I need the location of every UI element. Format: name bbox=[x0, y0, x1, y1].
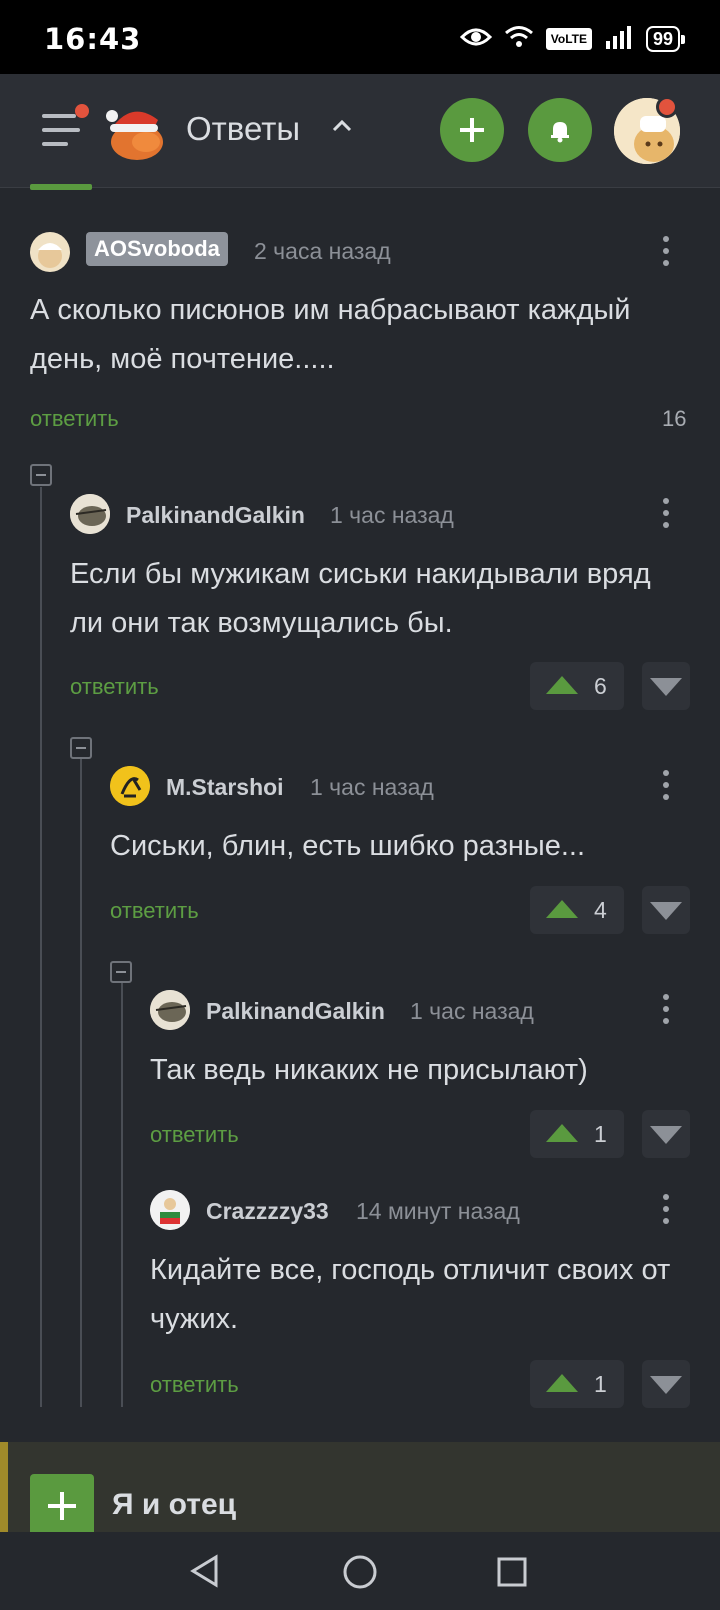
comment-time: 14 минут назад bbox=[356, 1198, 520, 1224]
thread-line-level-2 bbox=[80, 753, 82, 1407]
upvote-button[interactable]: 4 bbox=[530, 886, 624, 934]
comment-author[interactable]: Crazzzzy33 bbox=[206, 1198, 329, 1225]
more-vertical-icon[interactable] bbox=[661, 994, 671, 1028]
comment-palkinandgalkin-2: PalkinandGalkin 1 час назад Так ведь ник… bbox=[150, 990, 690, 1160]
reply-link[interactable]: ответить bbox=[30, 406, 119, 432]
more-vertical-icon[interactable] bbox=[661, 1194, 671, 1228]
comment-time: 1 час назад bbox=[410, 998, 534, 1024]
comment-author[interactable]: M.Starshoi bbox=[166, 774, 284, 801]
downvote-icon bbox=[650, 678, 682, 696]
upvote-icon bbox=[546, 1374, 578, 1392]
comment-aosvoboda: AOSvoboda 2 часа назад А сколько писюнов… bbox=[30, 230, 690, 440]
reply-link[interactable]: ответить bbox=[110, 898, 199, 924]
volte-badge: VoLTE bbox=[545, 28, 592, 50]
comment-text: Сиськи, блин, есть шибко разные... bbox=[110, 830, 586, 862]
comment-score: 16 bbox=[662, 406, 687, 431]
upvote-icon bbox=[546, 1124, 578, 1142]
avatar[interactable] bbox=[150, 1190, 190, 1230]
comment-text: Кидайте все, господь отличит своих от чу… bbox=[150, 1254, 671, 1335]
avatar[interactable] bbox=[70, 494, 110, 534]
previous-story-plus-bar bbox=[30, 184, 92, 190]
vote-count: 4 bbox=[594, 897, 607, 923]
downvote-button[interactable] bbox=[642, 1110, 690, 1158]
upvote-icon bbox=[546, 900, 578, 918]
vote-count: 1 bbox=[594, 1121, 607, 1147]
comment-time: 2 часа назад bbox=[254, 238, 391, 264]
comment-text: Так ведь никаких не присылают) bbox=[150, 1054, 588, 1086]
collapse-thread-button[interactable] bbox=[70, 737, 92, 759]
vote-count: 1 bbox=[594, 1371, 607, 1397]
downvote-icon bbox=[650, 1376, 682, 1394]
signal-icon bbox=[604, 25, 634, 54]
collapse-thread-button[interactable] bbox=[110, 961, 132, 983]
reply-link[interactable]: ответить bbox=[150, 1122, 239, 1148]
reply-link[interactable]: ответить bbox=[150, 1372, 239, 1398]
recents-square-icon[interactable] bbox=[496, 1556, 528, 1588]
plus-icon bbox=[48, 1492, 76, 1520]
downvote-icon bbox=[650, 902, 682, 920]
reply-link[interactable]: ответить bbox=[70, 674, 159, 700]
app-header: Ответы bbox=[0, 74, 720, 188]
avatar[interactable] bbox=[150, 990, 190, 1030]
upvote-button[interactable]: 1 bbox=[530, 1360, 624, 1408]
downvote-icon bbox=[650, 1126, 682, 1144]
comment-author[interactable]: AOSvoboda bbox=[86, 232, 228, 266]
upvote-button[interactable]: 1 bbox=[530, 1110, 624, 1158]
add-post-button[interactable] bbox=[440, 98, 504, 162]
back-triangle-icon[interactable] bbox=[188, 1554, 222, 1588]
comment-text: А сколько писюнов им набрасывают каждый … bbox=[30, 294, 631, 375]
home-circle-icon[interactable] bbox=[342, 1554, 378, 1590]
vote-count: 6 bbox=[594, 673, 607, 699]
comment-text: Если бы мужикам сиськи накидывали вряд л… bbox=[70, 558, 651, 639]
thread-line-level-3 bbox=[121, 977, 123, 1407]
battery-indicator: 99 bbox=[645, 26, 686, 52]
story-accent-bar bbox=[0, 1442, 8, 1532]
avatar[interactable] bbox=[30, 232, 70, 272]
system-nav-bar bbox=[0, 1532, 720, 1610]
plus-icon bbox=[460, 118, 484, 142]
more-vertical-icon[interactable] bbox=[661, 498, 671, 532]
comment-palkinandgalkin: PalkinandGalkin 1 час назад Если бы мужи… bbox=[70, 494, 690, 714]
comment-mstarshoi: M.Starshoi 1 час назад Сиськи, блин, ест… bbox=[110, 766, 690, 936]
comment-author[interactable]: PalkinandGalkin bbox=[126, 502, 305, 529]
upvote-icon bbox=[546, 676, 578, 694]
header-title[interactable]: Ответы bbox=[186, 110, 300, 148]
story-plus-button[interactable] bbox=[30, 1474, 94, 1538]
comment-author[interactable]: PalkinandGalkin bbox=[206, 998, 385, 1025]
avatar[interactable] bbox=[110, 766, 150, 806]
wifi-icon bbox=[504, 25, 534, 54]
downvote-button[interactable] bbox=[642, 662, 690, 710]
more-vertical-icon[interactable] bbox=[661, 770, 671, 804]
notifications-button[interactable] bbox=[528, 98, 592, 162]
bell-icon bbox=[551, 122, 569, 143]
more-vertical-icon[interactable] bbox=[661, 236, 671, 270]
menu-icon[interactable] bbox=[42, 112, 80, 148]
comment-crazzzzy33: Crazzzzy33 14 минут назад Кидайте все, г… bbox=[150, 1190, 690, 1410]
upvote-button[interactable]: 6 bbox=[530, 662, 624, 710]
chevron-up-icon[interactable] bbox=[330, 114, 354, 138]
comment-time: 1 час назад bbox=[310, 774, 434, 800]
thread-line-level-1 bbox=[40, 487, 42, 1407]
collapse-thread-button[interactable] bbox=[30, 464, 52, 486]
menu-notification-dot bbox=[75, 104, 89, 118]
avatar-notification-dot bbox=[656, 96, 678, 118]
status-time: 16:43 bbox=[44, 22, 142, 56]
downvote-button[interactable] bbox=[642, 1360, 690, 1408]
comment-time: 1 час назад bbox=[330, 502, 454, 528]
downvote-button[interactable] bbox=[642, 886, 690, 934]
next-story-title[interactable]: Я и отец bbox=[112, 1488, 236, 1522]
status-bar: 16:43 VoLTE 99 bbox=[0, 0, 720, 74]
next-story-card[interactable] bbox=[0, 1442, 720, 1532]
eye-icon bbox=[459, 27, 492, 52]
pikabu-santa-logo[interactable] bbox=[104, 98, 166, 164]
